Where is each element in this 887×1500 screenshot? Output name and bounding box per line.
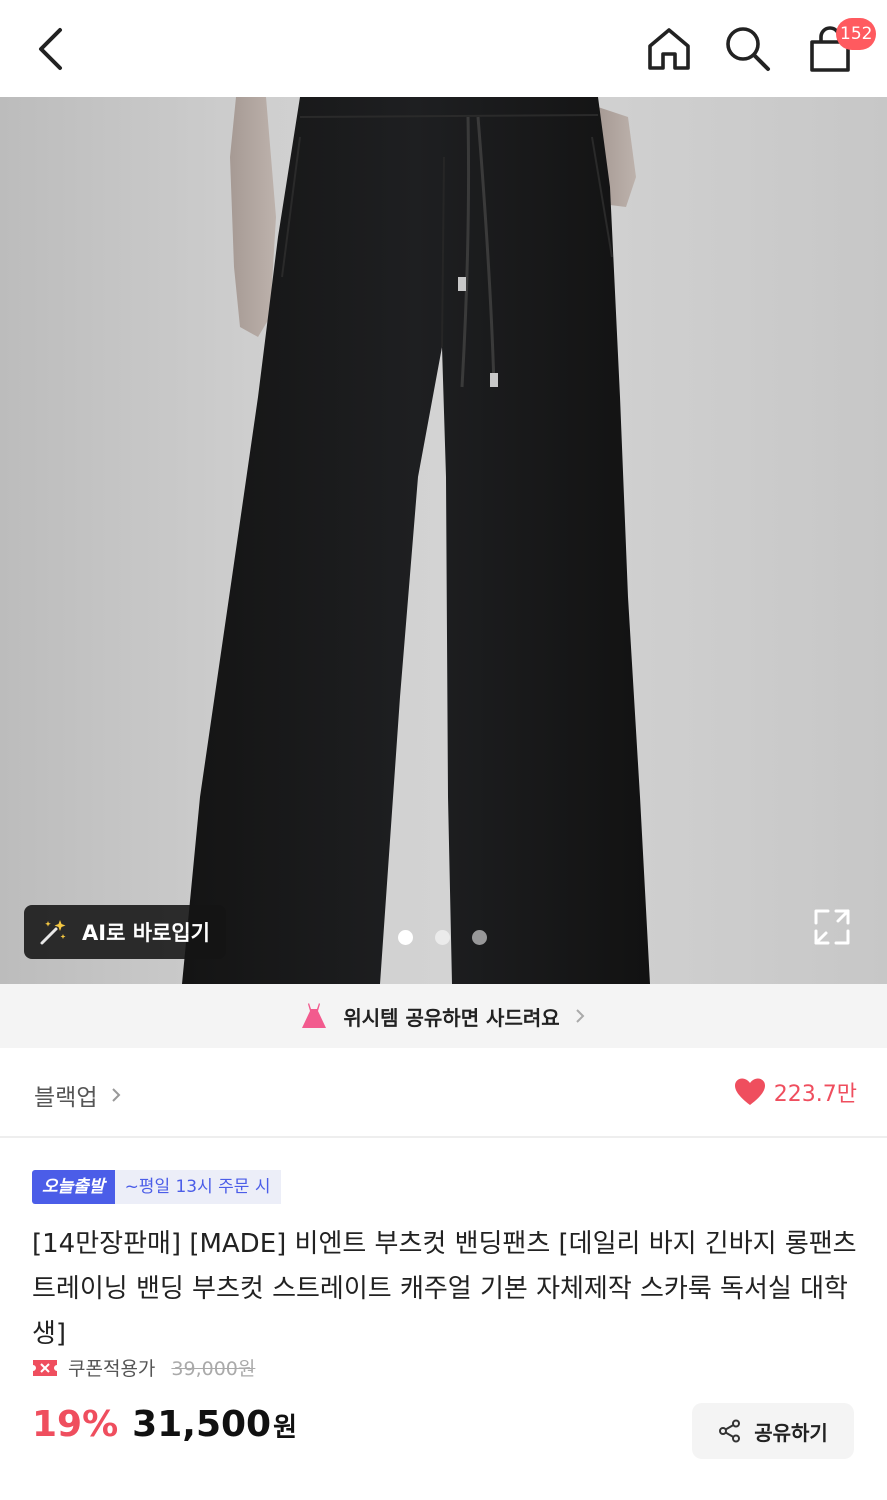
gallery-pagination — [398, 930, 487, 945]
cart-count-badge: 152 — [836, 18, 877, 50]
wish-banner-text: 위시템 공유하면 사드려요 — [343, 1005, 560, 1030]
discount-rate: 19% — [32, 1404, 119, 1445]
coupon-price-row: 쿠폰적용가 39,000원 — [32, 1354, 255, 1381]
sale-price: 31,500 — [132, 1404, 272, 1445]
today-shipping-badge: 오늘출발 — [32, 1170, 115, 1204]
shipping-condition: ~평일 13시 주문 시 — [114, 1170, 281, 1204]
expand-icon — [814, 909, 850, 945]
ai-try-on-button[interactable]: AI로 바로입기 — [24, 905, 226, 959]
product-image-gallery[interactable]: AI로 바로입기 — [0, 97, 887, 984]
product-photo — [182, 97, 650, 984]
search-button[interactable] — [722, 24, 774, 74]
chevron-right-icon — [575, 1009, 585, 1023]
dress-icon — [302, 1003, 327, 1028]
share-label: 공유하기 — [754, 1420, 828, 1445]
brand-link[interactable]: 블랙업 — [34, 1078, 123, 1112]
chevron-left-icon — [39, 28, 62, 70]
gallery-dot-active[interactable] — [398, 930, 413, 945]
expand-image-button[interactable] — [812, 907, 852, 947]
gallery-dot[interactable] — [472, 930, 487, 945]
ai-try-on-label: AI로 바로입기 — [82, 921, 210, 945]
share-button[interactable]: 공유하기 — [692, 1403, 854, 1459]
coupon-icon — [33, 1359, 57, 1376]
currency-unit: 원 — [273, 1413, 298, 1443]
chevron-right-icon — [112, 1088, 121, 1102]
home-icon — [648, 28, 690, 70]
wish-share-banner[interactable]: 위시템 공유하면 사드려요 — [0, 984, 887, 1048]
like-count: 223.7만 — [773, 1082, 857, 1107]
delivery-tag: 오늘출발 ~평일 13시 주문 시 — [32, 1170, 281, 1204]
heart-icon — [734, 1078, 765, 1105]
share-icon — [719, 1419, 741, 1443]
original-price: 39,000원 — [171, 1358, 256, 1380]
coupon-label: 쿠폰적용가 — [68, 1358, 156, 1380]
back-button[interactable] — [28, 24, 72, 74]
brand-row: 블랙업 223.7만 — [0, 1048, 887, 1138]
like-button[interactable]: 223.7만 — [734, 1076, 857, 1108]
price-row: 19% 31,500 원 — [32, 1404, 297, 1445]
gallery-dot[interactable] — [435, 930, 450, 945]
product-title: [14만장판매] [MADE] 비엔트 부츠컷 밴딩팬츠 [데일리 바지 긴바지… — [32, 1229, 857, 1349]
brand-name: 블랙업 — [34, 1085, 98, 1111]
search-icon — [726, 27, 770, 71]
top-bar: 152 — [0, 0, 887, 97]
magic-wand-icon — [40, 920, 66, 945]
home-button[interactable] — [644, 24, 694, 74]
